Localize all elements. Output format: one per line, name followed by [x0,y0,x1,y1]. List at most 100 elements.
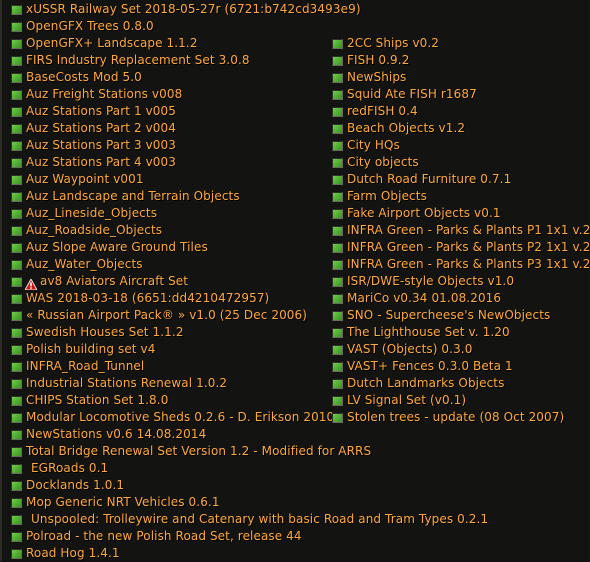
checkbox-checked-icon[interactable] [11,498,22,508]
newgrf-list-item[interactable]: Squid Ate FISH r1687 [325,86,590,103]
checkbox-checked-icon[interactable] [11,39,22,49]
newgrf-list-item[interactable]: CHIPS Station Set 1.8.0 [2,392,327,409]
newgrf-list-item[interactable]: Auz_Lineside_Objects [2,205,327,222]
checkbox-checked-icon[interactable] [332,294,343,304]
newgrf-list-item[interactable]: OpenGFX Trees 0.8.0 [2,18,327,35]
checkbox-checked-icon[interactable] [332,107,343,117]
checkbox-checked-icon[interactable] [332,192,343,202]
checkbox-checked-icon[interactable] [332,124,343,134]
newgrf-list-item[interactable]: Unspooled: Trolleywire and Catenary with… [2,511,488,528]
checkbox-checked-icon[interactable] [332,141,343,151]
newgrf-list-item[interactable]: Auz_Roadside_Objects [2,222,327,239]
newgrf-list-item[interactable]: Auz Stations Part 2 v004 [2,120,327,137]
newgrf-list-item[interactable]: LV Signal Set (v0.1) [325,392,590,409]
newgrf-list-item[interactable]: Industrial Stations Renewal 1.0.2 [2,375,327,392]
checkbox-checked-icon[interactable] [332,226,343,236]
checkbox-checked-icon[interactable] [11,345,22,355]
newgrf-list-item[interactable]: SNO - Supercheese's NewObjects [325,307,590,324]
newgrf-list-item[interactable]: Auz Stations Part 3 v003 [2,137,327,154]
newgrf-list-item[interactable]: Auz Waypoint v001 [2,171,327,188]
newgrf-list-item[interactable]: av8 Aviators Aircraft Set [2,273,327,291]
checkbox-checked-icon[interactable] [11,243,22,253]
newgrf-list-item[interactable]: The Lighthouse Set v. 1.20 [325,324,590,341]
checkbox-checked-icon[interactable] [332,73,343,83]
checkbox-checked-icon[interactable] [11,124,22,134]
newgrf-list-item[interactable]: Auz_Water_Objects [2,256,327,273]
newgrf-list-item[interactable]: OpenGFX+ Landscape 1.1.2 [2,35,327,52]
newgrf-list-item[interactable]: WAS 2018-03-18 (6651:dd4210472957) [2,290,327,307]
checkbox-checked-icon[interactable] [11,379,22,389]
checkbox-checked-icon[interactable] [11,73,22,83]
newgrf-list-item[interactable]: FIRS Industry Replacement Set 3.0.8 [2,52,327,69]
checkbox-checked-icon[interactable] [332,260,343,270]
checkbox-checked-icon[interactable] [332,311,343,321]
newgrf-list-item[interactable]: MariCo v0.34 01.08.2016 [325,290,590,307]
checkbox-checked-icon[interactable] [11,515,22,525]
checkbox-checked-icon[interactable] [11,90,22,100]
newgrf-list-item[interactable]: Modular Locomotive Sheds 0.2.6 - D. Erik… [2,409,334,426]
checkbox-checked-icon[interactable] [332,362,343,372]
checkbox-checked-icon[interactable] [11,277,22,287]
newgrf-list-item[interactable]: Beach Objects v1.2 [325,120,590,137]
checkbox-checked-icon[interactable] [11,107,22,117]
newgrf-list-item[interactable]: Auz Landscape and Terrain Objects [2,188,327,205]
checkbox-checked-icon[interactable] [11,209,22,219]
newgrf-list-item[interactable]: INFRA Green - Parks & Plants P2 1x1 v.2 [325,239,590,256]
checkbox-checked-icon[interactable] [11,141,22,151]
newgrf-list-item[interactable]: Dutch Road Furniture 0.7.1 [325,171,590,188]
checkbox-checked-icon[interactable] [11,328,22,338]
newgrf-list-item[interactable]: ISR/DWE-style Objects v1.0 [325,273,590,290]
newgrf-list-item[interactable]: Auz Stations Part 4 v003 [2,154,327,171]
checkbox-checked-icon[interactable] [11,447,22,457]
newgrf-list-item[interactable]: redFISH 0.4 [325,103,590,120]
newgrf-list-item[interactable]: INFRA Green - Parks & Plants P3 1x1 v.2 [325,256,590,273]
newgrf-list-item[interactable]: Stolen trees - update (08 Oct 2007) [325,409,590,426]
newgrf-list-item[interactable]: VAST (Objects) 0.3.0 [325,341,590,358]
newgrf-list-item[interactable]: Docklands 1.0.1 [2,477,327,494]
newgrf-list-item[interactable]: Auz Stations Part 1 v005 [2,103,327,120]
newgrf-list-item[interactable]: Polroad - the new Polish Road Set, relea… [2,528,327,545]
newgrf-list-item[interactable]: Swedish Houses Set 1.1.2 [2,324,327,341]
checkbox-checked-icon[interactable] [11,311,22,321]
newgrf-list-item[interactable]: VAST+ Fences 0.3.0 Beta 1 [325,358,590,375]
newgrf-list-item[interactable]: Road Hog 1.4.1 [2,545,327,562]
newgrf-list-item[interactable]: INFRA_Road_Tunnel [2,358,327,375]
checkbox-checked-icon[interactable] [332,243,343,253]
checkbox-checked-icon[interactable] [11,294,22,304]
newgrf-list-item[interactable]: Auz Slope Aware Ground Tiles [2,239,327,256]
checkbox-checked-icon[interactable] [332,175,343,185]
checkbox-checked-icon[interactable] [11,226,22,236]
newgrf-list-item[interactable]: Polish building set v4 [2,341,327,358]
newgrf-list-item[interactable]: INFRA Green - Parks & Plants P1 1x1 v.2 [325,222,590,239]
checkbox-checked-icon[interactable] [332,413,343,423]
newgrf-list-item[interactable]: City HQs [325,137,590,154]
checkbox-checked-icon[interactable] [332,56,343,66]
checkbox-checked-icon[interactable] [332,39,343,49]
checkbox-checked-icon[interactable] [11,175,22,185]
newgrf-list-item[interactable]: Auz Freight Stations v008 [2,86,327,103]
newgrf-list-item[interactable]: EGRoads 0.1 [2,460,327,477]
checkbox-checked-icon[interactable] [11,158,22,168]
checkbox-checked-icon[interactable] [11,260,22,270]
checkbox-checked-icon[interactable] [11,481,22,491]
newgrf-list-item[interactable]: Mop Generic NRT Vehicles 0.6.1 [2,494,327,511]
newgrf-list-item[interactable]: BaseCosts Mod 5.0 [2,69,327,86]
newgrf-list-item[interactable]: Farm Objects [325,188,590,205]
newgrf-list-item[interactable]: Total Bridge Renewal Set Version 1.2 - M… [2,443,371,460]
checkbox-checked-icon[interactable] [11,464,22,474]
newgrf-list-item[interactable]: Fake Airport Objects v0.1 [325,205,590,222]
newgrf-list-item[interactable]: « Russian Airport Pack® » v1.0 (25 Dec 2… [2,307,327,324]
checkbox-checked-icon[interactable] [11,549,22,559]
checkbox-checked-icon[interactable] [11,362,22,372]
checkbox-checked-icon[interactable] [11,5,22,15]
newgrf-list-item[interactable]: 2CC Ships v0.2 [325,35,590,52]
checkbox-checked-icon[interactable] [332,345,343,355]
checkbox-checked-icon[interactable] [332,379,343,389]
checkbox-checked-icon[interactable] [11,396,22,406]
checkbox-checked-icon[interactable] [11,192,22,202]
checkbox-checked-icon[interactable] [332,158,343,168]
checkbox-checked-icon[interactable] [11,532,22,542]
checkbox-checked-icon[interactable] [332,90,343,100]
checkbox-checked-icon[interactable] [332,328,343,338]
newgrf-list-item[interactable]: FISH 0.9.2 [325,52,590,69]
